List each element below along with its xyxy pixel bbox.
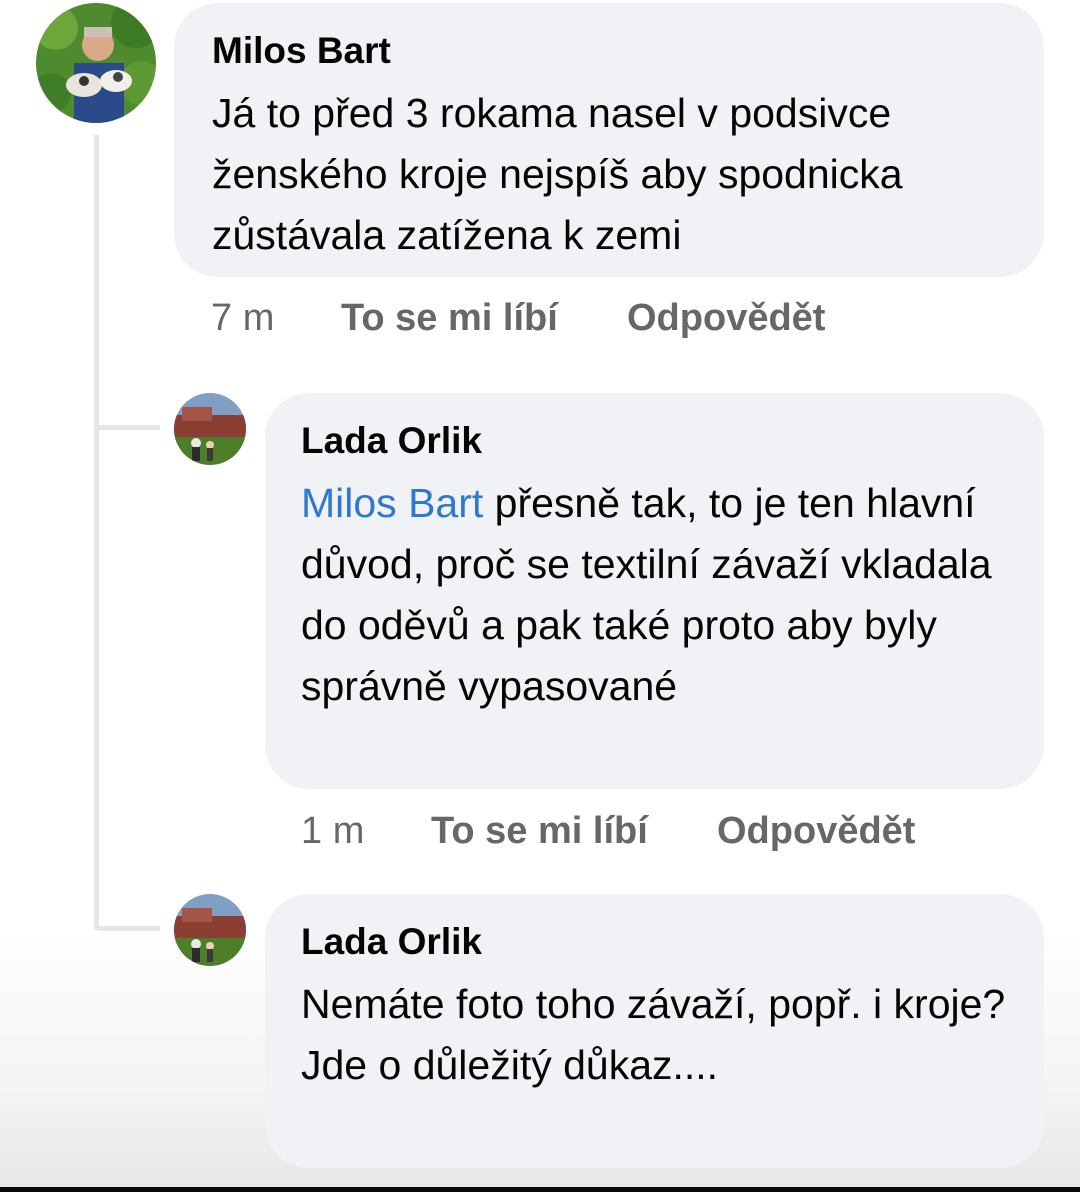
avatar-lada-orlik[interactable]	[174, 393, 246, 465]
thread-branch-2	[94, 926, 160, 931]
reply-text: Milos Bart přesně tak, to je ten hlavní …	[301, 473, 1006, 717]
avatar-lada-orlik[interactable]	[174, 894, 246, 966]
thread-line	[94, 135, 99, 930]
comment-author[interactable]: Milos Bart	[212, 29, 1006, 73]
reply-button[interactable]: Odpovědět	[627, 297, 825, 340]
bottom-edge	[0, 1187, 1080, 1192]
mention-link[interactable]: Milos Bart	[301, 480, 483, 526]
reply-author[interactable]: Lada Orlik	[301, 419, 1006, 463]
comment-actions: 7 m To se mi líbí Odpovědět	[211, 297, 825, 340]
reply-actions: 1 m To se mi líbí Odpovědět	[301, 810, 915, 853]
comment-text: Já to před 3 rokama nasel v podsivce žen…	[212, 90, 903, 258]
reply-button[interactable]: Odpovědět	[717, 810, 915, 853]
like-button[interactable]: To se mi líbí	[431, 810, 717, 853]
reply-bubble-1: Lada Orlik Milos Bart přesně tak, to je …	[265, 393, 1044, 789]
comment-bubble-milos-bart: Milos Bart Já to před 3 rokama nasel v p…	[174, 3, 1044, 277]
reply-text-line: Jde o důležitý důkaz....	[301, 1042, 719, 1088]
reply-text: Nemáte foto toho závaží, popř. i kroje? …	[301, 974, 1006, 1096]
comment-time[interactable]: 7 m	[211, 297, 341, 340]
reply-bubble-2: Lada Orlik Nemáte foto toho závaží, popř…	[265, 894, 1044, 1168]
reply-text-line: Nemáte foto toho závaží, popř. i kroje?	[301, 981, 1006, 1027]
like-button[interactable]: To se mi líbí	[341, 297, 627, 340]
thread-branch-1	[94, 425, 160, 430]
avatar-milos-bart[interactable]	[36, 3, 156, 123]
reply-author[interactable]: Lada Orlik	[301, 920, 1006, 964]
reply-time[interactable]: 1 m	[301, 810, 431, 853]
